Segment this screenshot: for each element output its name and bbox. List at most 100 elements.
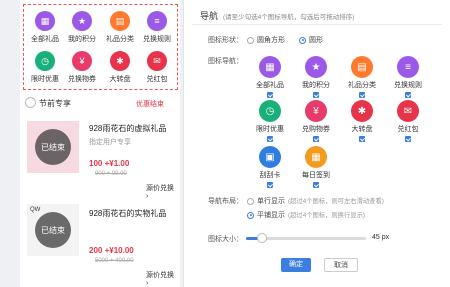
- nav-checkbox[interactable]: [267, 92, 273, 98]
- nav-checkbox[interactable]: [313, 182, 319, 188]
- nav-option[interactable]: ▦ 每日签到: [296, 146, 336, 188]
- clock-icon: ◷: [35, 51, 55, 71]
- preview-nav-item[interactable]: ✱ 大转盘: [102, 51, 138, 84]
- product-price: 100 +¥1.00: [89, 159, 130, 168]
- exchange-link[interactable]: 源价兑换 ›: [146, 183, 178, 200]
- ended-badge: 已结束: [35, 212, 71, 248]
- nav-option[interactable]: ★ 我的积分: [296, 56, 336, 98]
- gift-icon: ▦: [35, 11, 55, 31]
- radio[interactable]: [299, 36, 306, 44]
- nav-option-label: 兑换规则: [394, 82, 422, 89]
- preview-nav-item[interactable]: ▦ 全部礼品: [27, 11, 63, 44]
- nav-checkbox[interactable]: [405, 92, 411, 98]
- calendar-icon: ▦: [305, 146, 327, 168]
- size-label: 图标大小：: [208, 236, 243, 243]
- coupon-icon: ¥: [305, 100, 327, 122]
- preview-nav-item[interactable]: ✉ 兑红包: [139, 51, 175, 84]
- preview-nav-item[interactable]: ◷ 限时优惠: [27, 51, 63, 84]
- size-value: 45: [372, 234, 380, 241]
- product-image: 已结束: [27, 121, 79, 173]
- option-hint: (超过4个图标，则换行显示): [288, 212, 365, 219]
- scratch-icon: ▣: [259, 146, 281, 168]
- radio[interactable]: [247, 211, 254, 219]
- mobile-preview: ▦ 全部礼品 ★ 我的积分 ▤ 礼品分类 ≡ 兑换规则 ◷ 限时优惠 ¥ 兑换物…: [20, 0, 180, 287]
- product-card[interactable]: QW 已结束 928雨花石的实物礼品 200 +¥10.00 5000 + 40…: [23, 200, 178, 287]
- nav-option[interactable]: ▤ 礼品分类: [342, 56, 382, 98]
- preview-nav-label: 我的积分: [68, 36, 96, 43]
- option-label: 平铺显示: [257, 212, 285, 219]
- preview-nav-item[interactable]: ¥ 兑换物券: [64, 51, 100, 84]
- nav-checkbox[interactable]: [313, 92, 319, 98]
- nav-checkbox[interactable]: [267, 136, 273, 142]
- preview-nav-label: 全部礼品: [31, 36, 59, 43]
- option-label: 单行显示: [257, 198, 285, 205]
- nav-option-label: 大转盘: [351, 126, 373, 133]
- nav-option-label: 全部礼品: [256, 82, 284, 89]
- preview-nav-item[interactable]: ≡ 兑换规则: [139, 11, 175, 44]
- nav-preview-box[interactable]: ▦ 全部礼品 ★ 我的积分 ▤ 礼品分类 ≡ 兑换规则 ◷ 限时优惠 ¥ 兑换物…: [23, 4, 178, 90]
- nav-option[interactable]: ▣ 刮刮卡: [250, 146, 290, 188]
- exchange-link[interactable]: 源价兑换 ›: [146, 270, 178, 287]
- icon-size-slider[interactable]: [246, 233, 366, 243]
- nav-settings-panel: 导航 (请至少勾选4个图标导航，勾选后可拖动排序) 图标形状： 圆角方形 圆形 图…: [183, 0, 450, 287]
- nav-option[interactable]: ◷ 限时优惠: [250, 100, 290, 142]
- nav-label: 图标导航：: [208, 58, 243, 65]
- layout-option-single[interactable]: 单行显示 (超过4个图标，则可左右滑动查看): [247, 196, 384, 206]
- nav-option-label: 每日签到: [302, 172, 330, 179]
- clock-icon: ◷: [259, 100, 281, 122]
- category-icon: ▤: [351, 56, 373, 78]
- rules-icon: ≡: [397, 56, 419, 78]
- layout-label: 导航布局：: [208, 198, 243, 205]
- nav-checkbox[interactable]: [267, 182, 273, 188]
- slider-handle[interactable]: [256, 233, 267, 243]
- nav-option[interactable]: ✉ 兑红包: [388, 100, 428, 142]
- product-name: 928雨花石的实物礼品: [89, 209, 167, 218]
- star-icon: ★: [305, 56, 327, 78]
- confirm-button[interactable]: 确定: [281, 258, 311, 272]
- shape-option-circle[interactable]: 圆形: [299, 35, 323, 45]
- product-price: 200 +¥10.00: [89, 246, 134, 255]
- nav-checkbox[interactable]: [405, 136, 411, 142]
- cancel-button[interactable]: 取消: [324, 258, 358, 272]
- redpacket-icon: ✉: [397, 100, 419, 122]
- section-status: 优惠结束: [136, 101, 164, 108]
- radio[interactable]: [247, 36, 254, 44]
- product-old-price: 900 + 99.00: [95, 171, 127, 177]
- layout-option-tiled[interactable]: 平铺显示 (超过4个图标，则换行显示): [247, 210, 365, 220]
- product-subtitle: 指定用户专享: [89, 139, 131, 146]
- nav-checkbox[interactable]: [313, 136, 319, 142]
- preview-nav-label: 限时优惠: [31, 76, 59, 83]
- product-old-price: 5000 + 400.00: [95, 258, 134, 264]
- nav-option[interactable]: ✱ 大转盘: [342, 100, 382, 142]
- nav-option-label: 礼品分类: [348, 82, 376, 89]
- panel-header: 导航 (请至少勾选4个图标导航，勾选后可拖动排序): [200, 9, 354, 22]
- preview-nav-label: 兑红包: [146, 76, 168, 83]
- nav-option-label: 刮刮卡: [259, 172, 281, 179]
- preview-nav-label: 礼品分类: [106, 36, 134, 43]
- preview-nav-item[interactable]: ★ 我的积分: [64, 11, 100, 44]
- preview-nav-label: 兑换规则: [143, 36, 171, 43]
- section-header: 节前专享 优惠结束: [23, 96, 178, 110]
- redpacket-icon: ✉: [147, 51, 167, 71]
- nav-checkbox[interactable]: [359, 136, 365, 142]
- wheel-icon: ✱: [110, 51, 130, 71]
- panel-tip: (请至少勾选4个图标导航，勾选后可拖动排序): [223, 14, 355, 21]
- nav-checkbox[interactable]: [359, 92, 365, 98]
- nav-option-label: 兑购物券: [302, 126, 330, 133]
- nav-option[interactable]: ▦ 全部礼品: [250, 56, 290, 98]
- panel-title: 导航: [200, 11, 219, 21]
- category-icon: ▤: [110, 11, 130, 31]
- rules-icon: ≡: [147, 11, 167, 31]
- product-image: QW 已结束: [27, 204, 79, 256]
- nav-option[interactable]: ¥ 兑购物券: [296, 100, 336, 142]
- shape-option-rounded[interactable]: 圆角方形: [247, 35, 285, 45]
- preview-nav-label: 兑换物券: [68, 76, 96, 83]
- nav-option-label: 我的积分: [302, 82, 330, 89]
- section-title: 节前专享: [39, 99, 71, 108]
- ended-badge: 已结束: [35, 129, 71, 165]
- nav-option[interactable]: ≡ 兑换规则: [388, 56, 428, 98]
- radio[interactable]: [247, 197, 254, 205]
- product-card[interactable]: 已结束 928雨花石的虚拟礼品 指定用户专享 100 +¥1.00 900 + …: [23, 115, 178, 200]
- preview-nav-item[interactable]: ▤ 礼品分类: [102, 11, 138, 44]
- divider: [192, 24, 442, 25]
